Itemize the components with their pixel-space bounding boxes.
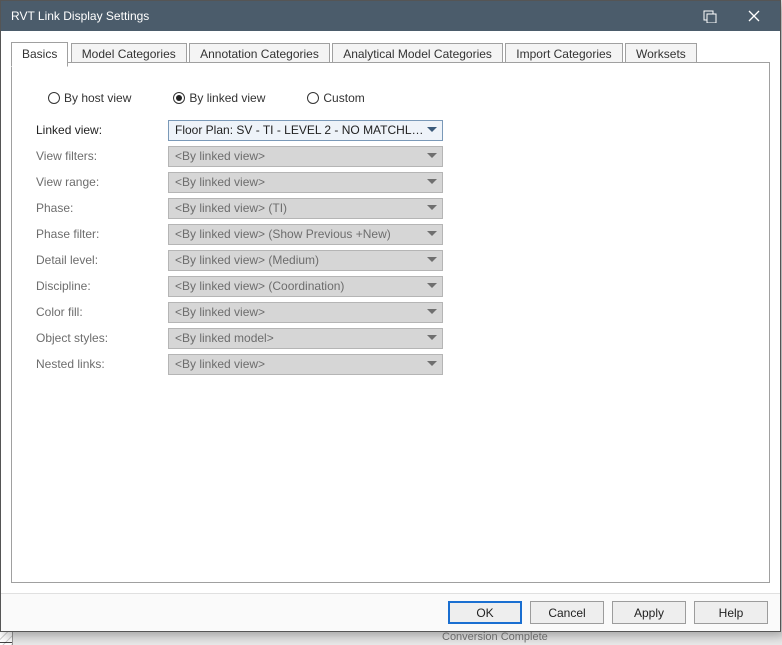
tab-annotation-categories[interactable]: Annotation Categories: [189, 43, 330, 65]
radio-icon: [173, 92, 185, 104]
tab-basics[interactable]: Basics: [11, 42, 68, 67]
row-detail-level: Detail level: <By linked view> (Medium): [36, 247, 745, 273]
chevron-down-icon: [424, 199, 440, 218]
chevron-down-icon: [424, 329, 440, 348]
label-nested-links: Nested links:: [36, 357, 168, 371]
window-menu-icon[interactable]: [688, 1, 732, 31]
radio-icon: [48, 92, 60, 104]
titlebar[interactable]: RVT Link Display Settings: [1, 1, 780, 31]
dropdown-phase[interactable]: <By linked view> (TI): [168, 198, 443, 219]
row-discipline: Discipline: <By linked view> (Coordinati…: [36, 273, 745, 299]
dropdown-linked-view[interactable]: Floor Plan: SV - TI - LEVEL 2 - NO MATCH…: [168, 120, 443, 141]
dropdown-value: Floor Plan: SV - TI - LEVEL 2 - NO MATCH…: [175, 123, 424, 137]
row-linked-view: Linked view: Floor Plan: SV - TI - LEVEL…: [36, 117, 745, 143]
label-linked-view: Linked view:: [36, 123, 168, 137]
dialog-buttons: OK Cancel Apply Help: [1, 593, 780, 631]
dropdown-detail-level[interactable]: <By linked view> (Medium): [168, 250, 443, 271]
label-object-styles: Object styles:: [36, 331, 168, 345]
row-view-range: View range: <By linked view>: [36, 169, 745, 195]
row-phase: Phase: <By linked view> (TI): [36, 195, 745, 221]
chevron-down-icon: [424, 121, 440, 140]
dropdown-object-styles[interactable]: <By linked model>: [168, 328, 443, 349]
dropdown-phase-filter[interactable]: <By linked view> (Show Previous +New): [168, 224, 443, 245]
chevron-down-icon: [424, 147, 440, 166]
label-view-filters: View filters:: [36, 149, 168, 163]
tab-analytical-model-categories[interactable]: Analytical Model Categories: [332, 43, 503, 65]
row-view-filters: View filters: <By linked view>: [36, 143, 745, 169]
view-mode-radio-group: By host view By linked view Custom: [48, 91, 365, 105]
dropdown-discipline[interactable]: <By linked view> (Coordination): [168, 276, 443, 297]
radio-custom[interactable]: Custom: [307, 91, 364, 105]
row-object-styles: Object styles: <By linked model>: [36, 325, 745, 351]
label-color-fill: Color fill:: [36, 305, 168, 319]
label-phase-filter: Phase filter:: [36, 227, 168, 241]
settings-form: Linked view: Floor Plan: SV - TI - LEVEL…: [36, 117, 745, 377]
row-phase-filter: Phase filter: <By linked view> (Show Pre…: [36, 221, 745, 247]
chevron-down-icon: [424, 173, 440, 192]
dropdown-value: <By linked model>: [175, 331, 424, 345]
radio-by-linked-view[interactable]: By linked view: [173, 91, 265, 105]
chevron-down-icon: [424, 355, 440, 374]
label-detail-level: Detail level:: [36, 253, 168, 267]
row-color-fill: Color fill: <By linked view>: [36, 299, 745, 325]
help-button[interactable]: Help: [694, 601, 768, 624]
dropdown-color-fill[interactable]: <By linked view>: [168, 302, 443, 323]
radio-by-host-view[interactable]: By host view: [48, 91, 131, 105]
dropdown-view-filters[interactable]: <By linked view>: [168, 146, 443, 167]
tabstrip: Basics Model Categories Annotation Categ…: [1, 31, 780, 63]
label-phase: Phase:: [36, 201, 168, 215]
chevron-down-icon: [424, 277, 440, 296]
chevron-down-icon: [424, 251, 440, 270]
label-discipline: Discipline:: [36, 279, 168, 293]
label-view-range: View range:: [36, 175, 168, 189]
chevron-down-icon: [424, 225, 440, 244]
dropdown-nested-links[interactable]: <By linked view>: [168, 354, 443, 375]
ok-button[interactable]: OK: [448, 601, 522, 624]
dropdown-value: <By linked view> (Coordination): [175, 279, 424, 293]
radio-label: By host view: [64, 91, 131, 105]
dropdown-value: <By linked view> (Medium): [175, 253, 424, 267]
chevron-down-icon: [424, 303, 440, 322]
dropdown-value: <By linked view> (Show Previous +New): [175, 227, 424, 241]
tab-model-categories[interactable]: Model Categories: [71, 43, 187, 65]
tab-import-categories[interactable]: Import Categories: [505, 43, 622, 65]
radio-icon: [307, 92, 319, 104]
radio-label: By linked view: [189, 91, 265, 105]
dropdown-value: <By linked view>: [175, 175, 424, 189]
row-nested-links: Nested links: <By linked view>: [36, 351, 745, 377]
dropdown-value: <By linked view>: [175, 149, 424, 163]
apply-button[interactable]: Apply: [612, 601, 686, 624]
cancel-button[interactable]: Cancel: [530, 601, 604, 624]
dialog: RVT Link Display Settings Basics Model C…: [0, 0, 781, 632]
window-title: RVT Link Display Settings: [11, 9, 688, 23]
dropdown-view-range[interactable]: <By linked view>: [168, 172, 443, 193]
close-icon[interactable]: [732, 1, 776, 31]
radio-label: Custom: [323, 91, 364, 105]
tab-worksets[interactable]: Worksets: [625, 43, 697, 65]
tab-panel-basics: By host view By linked view Custom Linke…: [11, 63, 770, 583]
dropdown-value: <By linked view>: [175, 357, 424, 371]
dropdown-value: <By linked view> (TI): [175, 201, 424, 215]
dropdown-value: <By linked view>: [175, 305, 424, 319]
background-status-text: Conversion Complete: [442, 631, 548, 643]
